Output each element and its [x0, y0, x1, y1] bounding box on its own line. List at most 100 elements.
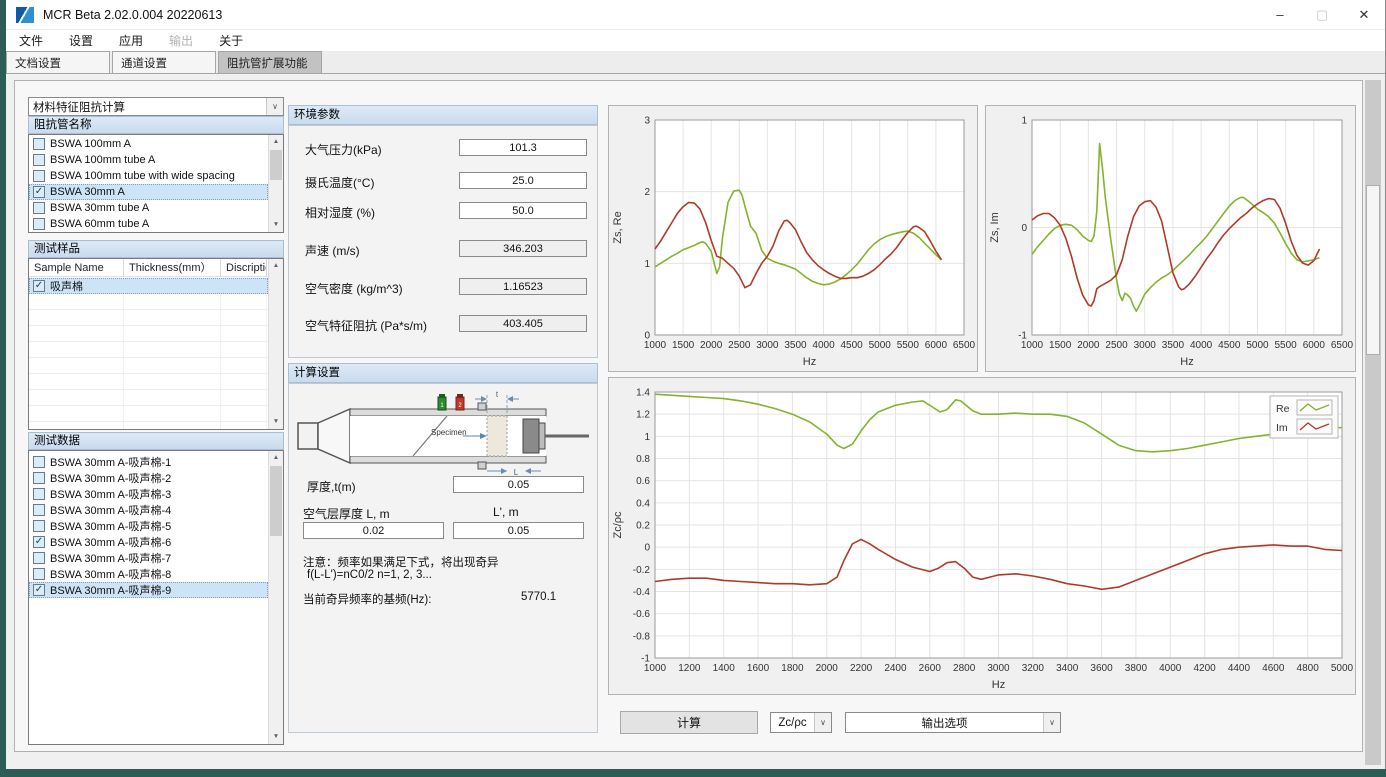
svg-text:5500: 5500 [897, 340, 920, 351]
svg-text:-0.4: -0.4 [633, 587, 651, 598]
env-params-box: 大气压力(kPa)摄氏温度(°C)相对湿度 (%)声速 (m/s)空气密度 (k… [288, 125, 598, 358]
list-item[interactable]: BSWA 30mm A-吸声棉-5 [29, 518, 268, 534]
scroll-up-icon[interactable]: ▲ [269, 259, 283, 273]
svg-text:Hz: Hz [803, 356, 816, 368]
menu-item-2[interactable]: 设置 [56, 29, 106, 52]
note-line1: 注意：频率如果满足下式，将出现奇异 [303, 554, 499, 570]
unit-dropdown[interactable]: Zc/ρc ∨ [770, 712, 832, 733]
list-item[interactable]: BSWA 30mm A-吸声棉-4 [29, 502, 268, 518]
svg-text:2500: 2500 [728, 340, 751, 351]
svg-text:3000: 3000 [756, 340, 779, 351]
svg-text:1.4: 1.4 [636, 388, 650, 399]
svg-text:5000: 5000 [1331, 663, 1354, 674]
svg-text:Hz: Hz [992, 679, 1005, 691]
menu-item-3[interactable]: 应用 [106, 29, 156, 52]
samples-header: 测试样品 [28, 240, 284, 258]
tab-3[interactable]: 阻抗管扩展功能 [218, 51, 322, 73]
list-item[interactable]: BSWA 30mm A-吸声棉-8 [29, 566, 268, 582]
svg-text:2800: 2800 [953, 663, 976, 674]
checkbox[interactable] [33, 472, 45, 484]
scroll-up-icon[interactable]: ▲ [269, 135, 283, 149]
checkbox[interactable]: ✓ [33, 536, 45, 548]
checkbox[interactable] [33, 568, 45, 580]
menu-item-1[interactable]: 文件 [6, 29, 56, 52]
list-item[interactable]: BSWA 60mm tube A [29, 216, 268, 232]
list-item[interactable]: BSWA 100mm tube A [29, 152, 268, 168]
list-item[interactable]: ✓BSWA 30mm A-吸声棉-6 [29, 534, 268, 550]
list-item[interactable]: BSWA 30mm A-吸声棉-7 [29, 550, 268, 566]
svg-text:2200: 2200 [850, 663, 873, 674]
thickness-input[interactable] [453, 476, 584, 493]
scroll-down-icon[interactable]: ▼ [269, 218, 283, 232]
list-item[interactable]: BSWA 30mm tube A [29, 200, 268, 216]
list-item[interactable]: BSWA 100mm A [29, 136, 268, 152]
l-prime-input[interactable] [453, 522, 584, 539]
scroll-down-icon[interactable]: ▼ [269, 415, 283, 429]
sample-name: 吸声棉 [50, 278, 83, 294]
checkbox[interactable] [33, 218, 45, 230]
checkbox[interactable] [33, 456, 45, 468]
column-header: Thickness(mm） [124, 259, 221, 277]
scroll-down-icon[interactable]: ▼ [269, 730, 283, 744]
maximize-button[interactable]: ▢ [1301, 0, 1343, 30]
app-window: MCR Beta 2.02.0.004 20220613 – ▢ ✕ 文件设置应… [6, 0, 1386, 769]
scrollbar-thumb[interactable] [1366, 185, 1380, 355]
impedance-tube-diagram: 1 2 t L Specimen [295, 389, 591, 481]
svg-text:Zc/ρc: Zc/ρc [612, 511, 624, 539]
svg-text:6500: 6500 [1331, 340, 1354, 351]
scrollbar-thumb[interactable] [270, 466, 282, 536]
air-layer-input[interactable] [303, 522, 444, 539]
calc-type-dropdown[interactable]: 材料特征阻抗计算 ∨ [28, 97, 284, 116]
env-field-input[interactable] [459, 172, 587, 189]
calculate-button[interactable]: 计算 [620, 711, 758, 734]
env-field-label: 声速 (m/s) [305, 242, 360, 259]
checkbox[interactable] [33, 504, 45, 516]
checkbox[interactable] [33, 138, 45, 150]
tab-2[interactable]: 通道设置 [112, 51, 216, 73]
scroll-up-icon[interactable]: ▲ [269, 451, 283, 465]
svg-text:4800: 4800 [1297, 663, 1320, 674]
test-data-scrollbar[interactable]: ▲ ▼ [268, 451, 283, 744]
minimize-button[interactable]: – [1259, 0, 1301, 30]
checkbox[interactable] [33, 170, 45, 182]
env-field-input [459, 240, 587, 257]
table-row[interactable]: ✓ 吸声棉 [29, 278, 268, 294]
empty-table-row [29, 358, 268, 374]
output-options-dropdown[interactable]: 输出选项 ∨ [845, 712, 1061, 733]
checkbox[interactable] [33, 488, 45, 500]
close-button[interactable]: ✕ [1343, 0, 1385, 30]
chevron-down-icon[interactable]: ∨ [814, 713, 831, 732]
checkbox[interactable] [33, 552, 45, 564]
env-field-label: 空气密度 (kg/m^3) [305, 280, 403, 297]
svg-text:-1: -1 [641, 654, 650, 665]
chart-zs-im: 1000150020002500300035004000450050005500… [985, 105, 1356, 372]
empty-table-row [29, 294, 268, 310]
list-item-label: BSWA 100mm tube with wide spacing [50, 170, 235, 182]
list-item[interactable]: BSWA 30mm A-吸声棉-3 [29, 486, 268, 502]
checkbox[interactable]: ✓ [33, 584, 45, 596]
checkbox[interactable] [33, 520, 45, 532]
env-field-input[interactable] [459, 202, 587, 219]
test-data-list: BSWA 30mm A-吸声棉-1BSWA 30mm A-吸声棉-2BSWA 3… [28, 450, 284, 745]
tube-list-scrollbar[interactable]: ▲ ▼ [268, 135, 283, 232]
checkbox[interactable] [33, 154, 45, 166]
tube-list: BSWA 100mm ABSWA 100mm tube A BSWA 100mm … [28, 134, 284, 233]
scrollbar-thumb[interactable] [270, 150, 282, 180]
tab-1[interactable]: 文档设置 [6, 51, 110, 73]
menu-item-5[interactable]: 关于 [206, 29, 256, 52]
chevron-down-icon[interactable]: ∨ [1043, 713, 1060, 732]
list-item[interactable]: ✓BSWA 30mm A [29, 184, 268, 200]
checkbox[interactable] [33, 202, 45, 214]
list-item[interactable]: BSWA 100mm tube with wide spacing [29, 168, 268, 184]
samples-scrollbar[interactable]: ▲ ▼ [268, 259, 283, 429]
checkbox[interactable]: ✓ [33, 280, 45, 292]
chevron-down-icon[interactable]: ∨ [266, 98, 283, 115]
window-scrollbar[interactable] [1365, 80, 1381, 765]
list-item[interactable]: BSWA 30mm A-吸声棉-2 [29, 470, 268, 486]
svg-text:3500: 3500 [1162, 340, 1185, 351]
env-field-input [459, 278, 587, 295]
checkbox[interactable]: ✓ [33, 186, 45, 198]
list-item[interactable]: ✓BSWA 30mm A-吸声棉-9 [29, 582, 268, 598]
list-item[interactable]: BSWA 30mm A-吸声棉-1 [29, 454, 268, 470]
env-field-input[interactable] [459, 139, 587, 156]
